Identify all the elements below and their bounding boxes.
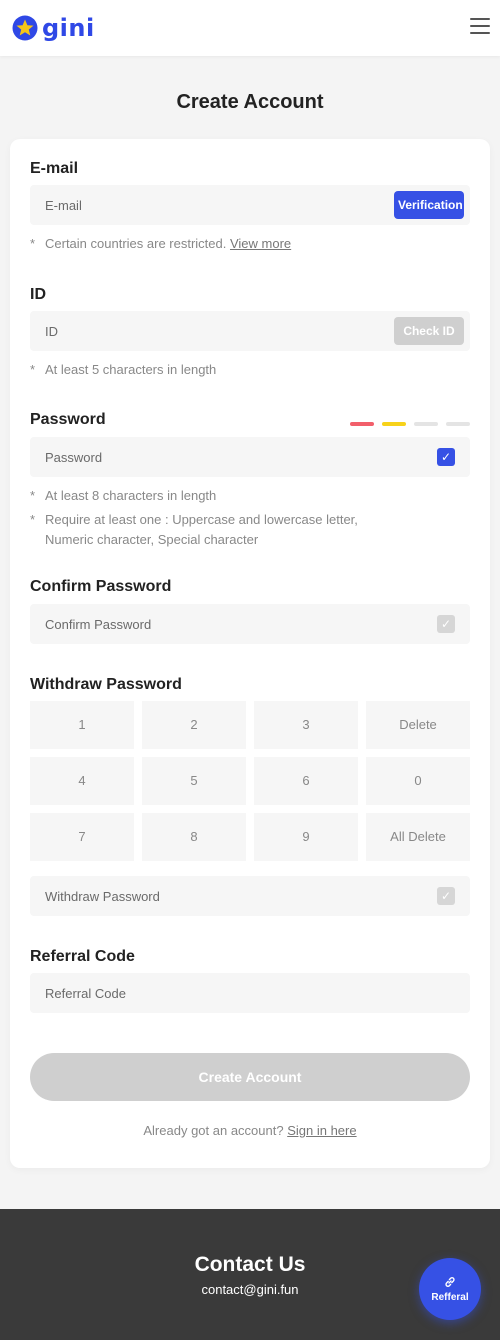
password-note-length-text: At least 8 characters in length <box>45 488 217 503</box>
strength-bar-4 <box>446 422 470 426</box>
password-check-icon: ✓ <box>437 448 455 466</box>
link-icon <box>445 1277 455 1287</box>
confirm-password-check-icon: ✓ <box>437 615 455 633</box>
verification-button[interactable]: Verification <box>394 191 464 219</box>
email-field-wrapper: Verification <box>30 185 470 225</box>
referral-code-label: Referral Code <box>30 948 135 965</box>
withdraw-password-check-icon: ✓ <box>437 887 455 905</box>
password-field-wrapper: ✓ <box>30 437 470 477</box>
signin-text: Already got an account? <box>143 1123 284 1138</box>
password-note-req-line1: Require at least one : Uppercase and low… <box>45 512 358 527</box>
confirm-password-field-wrapper: ✓ <box>30 604 470 644</box>
id-label: ID <box>30 286 46 303</box>
keypad-key-4[interactable]: 4 <box>30 757 134 805</box>
view-more-link[interactable]: View more <box>230 236 291 251</box>
withdraw-password-label: Withdraw Password <box>30 676 182 693</box>
signup-form-card <box>10 139 490 1168</box>
referral-code-field-wrapper <box>30 973 470 1013</box>
password-note-length: * At least 8 characters in length <box>30 488 217 503</box>
create-account-button[interactable]: Create Account <box>30 1053 470 1101</box>
referral-floating-label: Refferal <box>431 1292 469 1303</box>
keypad-key-3[interactable]: 3 <box>254 701 358 749</box>
password-note-req-line2: Numeric character, Special character <box>45 532 259 547</box>
password-label: Password <box>30 411 106 428</box>
header: gini <box>0 0 500 56</box>
keypad-key-9[interactable]: 9 <box>254 813 358 861</box>
withdraw-password-field-wrapper: ✓ <box>30 876 470 916</box>
logo-text: gini <box>42 14 95 42</box>
strength-bar-3 <box>414 422 438 426</box>
referral-code-input[interactable] <box>30 973 470 1013</box>
keypad-key-7[interactable]: 7 <box>30 813 134 861</box>
keypad-key-8[interactable]: 8 <box>142 813 246 861</box>
keypad-key-delete[interactable]: Delete <box>366 701 470 749</box>
sign-in-link[interactable]: Sign in here <box>287 1123 356 1138</box>
strength-bar-1 <box>350 422 374 426</box>
id-note: * At least 5 characters in length <box>30 362 217 377</box>
hamburger-menu-icon[interactable] <box>470 18 490 38</box>
id-field-wrapper: Check ID <box>30 311 470 351</box>
keypad-key-0[interactable]: 0 <box>366 757 470 805</box>
strength-bar-2 <box>382 422 406 426</box>
withdraw-password-input[interactable] <box>30 876 470 916</box>
email-note: * Certain countries are restricted. View … <box>30 236 292 251</box>
password-note-requirements: * Require at least one : Uppercase and lo… <box>30 512 358 547</box>
email-label: E-mail <box>30 160 79 177</box>
signin-prompt: Already got an account? Sign in here <box>0 1123 500 1138</box>
password-input[interactable] <box>30 437 470 477</box>
keypad-key-6[interactable]: 6 <box>254 757 358 805</box>
keypad-key-all-delete[interactable]: All Delete <box>366 813 470 861</box>
email-note-text: Certain countries are restricted. <box>45 236 227 251</box>
keypad-key-5[interactable]: 5 <box>142 757 246 805</box>
keypad-key-1[interactable]: 1 <box>30 701 134 749</box>
check-id-button[interactable]: Check ID <box>394 317 464 345</box>
logo[interactable]: gini <box>12 14 95 42</box>
id-note-text: At least 5 characters in length <box>45 362 217 377</box>
referral-floating-button[interactable]: Refferal <box>419 1258 481 1320</box>
keypad-key-2[interactable]: 2 <box>142 701 246 749</box>
page-title: Create Account <box>176 91 324 113</box>
confirm-password-label: Confirm Password <box>30 578 172 595</box>
confirm-password-input[interactable] <box>30 604 470 644</box>
star-logo-icon <box>12 15 38 41</box>
